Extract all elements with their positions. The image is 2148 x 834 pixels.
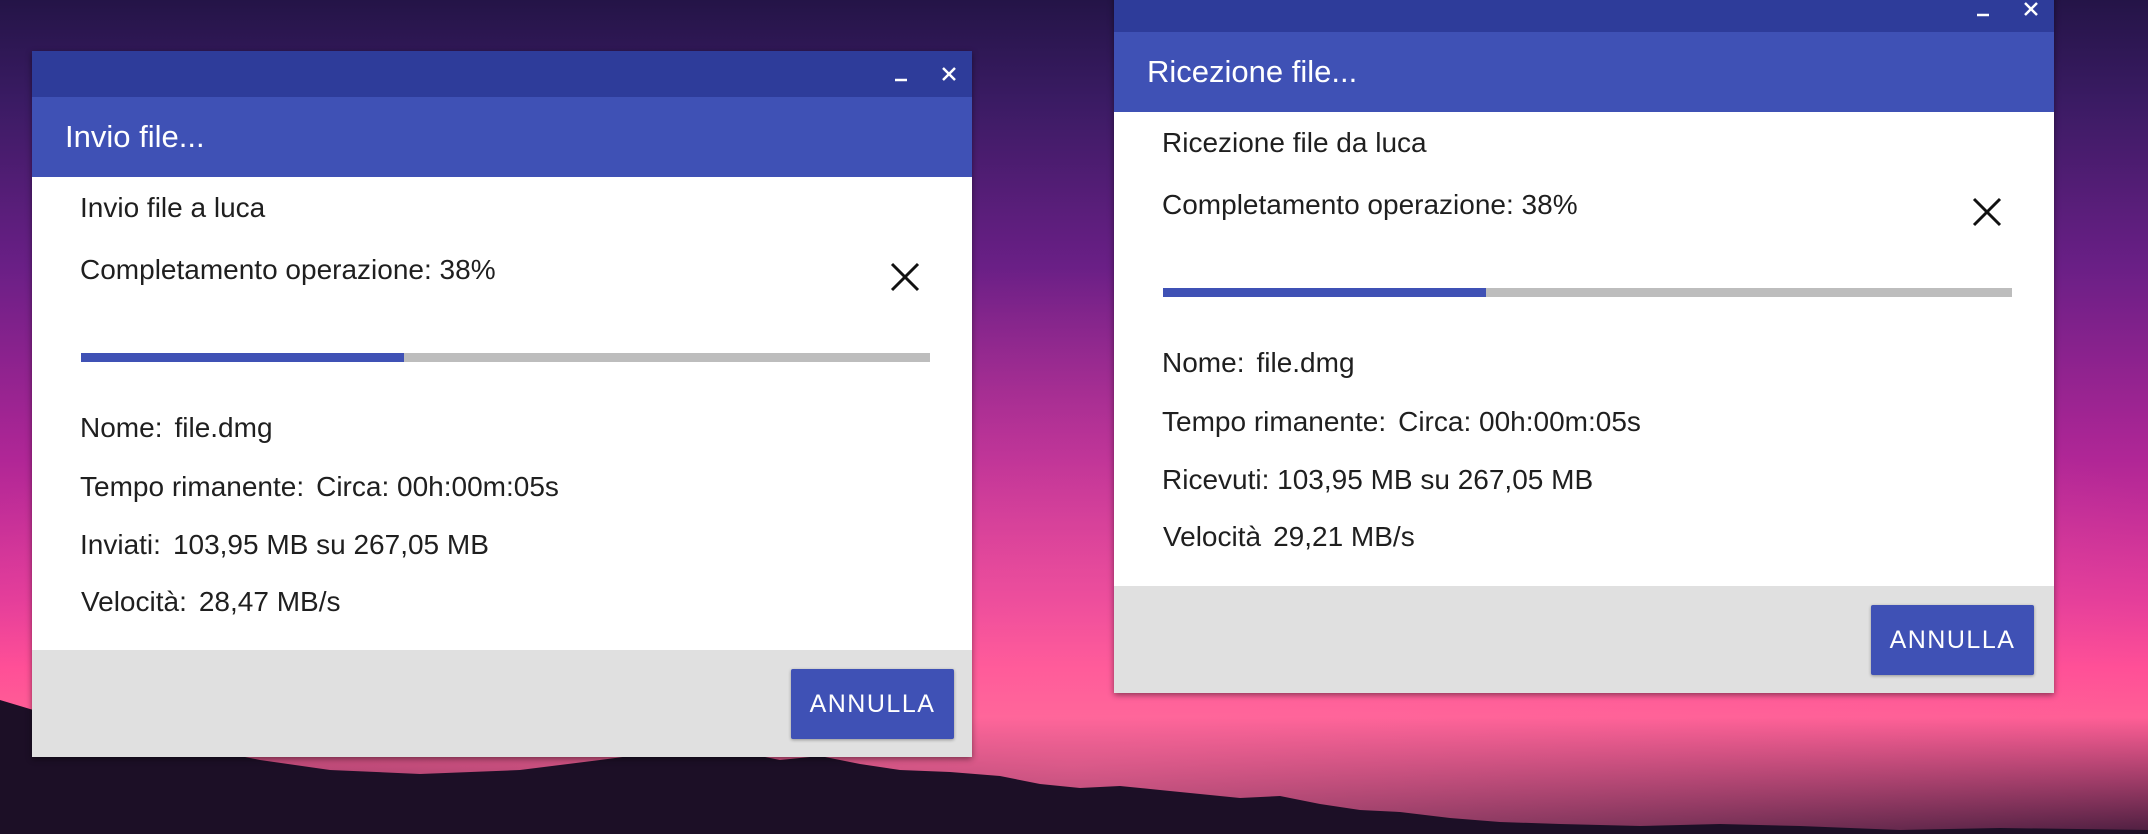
transfer-progress-bar xyxy=(1163,288,2012,297)
cancel-button[interactable]: ANNULLA xyxy=(1871,605,2034,675)
receive-file-dialog: Ricezione file... Ricezione file da luca… xyxy=(1114,0,2054,693)
dialog-footer: ANNULLA xyxy=(1114,586,2054,693)
window-close-button[interactable] xyxy=(933,58,965,90)
cancel-button[interactable]: ANNULLA xyxy=(791,669,954,739)
received-row: Ricevuti: 103,95 MB su 267,05 MB xyxy=(1162,464,1594,495)
close-icon xyxy=(942,67,956,81)
file-name-value: file.dmg xyxy=(174,412,273,443)
file-name-label: Nome: xyxy=(1162,347,1245,378)
minimize-button[interactable] xyxy=(885,58,917,90)
sent-value: 103,95 MB su 267,05 MB xyxy=(172,529,489,560)
time-remaining-row: Tempo rimanente: Circa: 00h:00m:05s xyxy=(80,471,559,503)
window-close-button[interactable] xyxy=(2015,0,2047,25)
close-icon xyxy=(2024,2,2038,16)
time-remaining-value: Circa: 00h:00m:05s xyxy=(1398,406,1641,437)
dialog-header: Invio file... xyxy=(32,97,972,177)
file-name-value: file.dmg xyxy=(1256,347,1355,378)
cancel-transfer-button[interactable] xyxy=(1965,190,2009,234)
time-remaining-row: Tempo rimanente: Circa: 00h:00m:05s xyxy=(1162,406,1641,438)
speed-value: 29,21 MB/s xyxy=(1273,521,1415,552)
window-titlebar[interactable] xyxy=(32,51,972,97)
close-icon xyxy=(890,262,920,292)
file-name-row: Nome: file.dmg xyxy=(1162,347,1355,379)
cancel-button-label: ANNULLA xyxy=(1889,625,2016,654)
cancel-transfer-button[interactable] xyxy=(883,255,927,299)
progress-fill xyxy=(81,353,404,362)
send-file-dialog: Invio file... Invio file a luca Completa… xyxy=(32,51,972,757)
dialog-content: Ricezione file da luca Completamento ope… xyxy=(1114,112,2054,586)
speed-label: Velocità: xyxy=(81,586,187,617)
minimize-icon xyxy=(1977,13,1989,17)
sent-row: Inviati: 103,95 MB su 267,05 MB xyxy=(80,529,489,561)
file-name-row: Nome: file.dmg xyxy=(80,412,273,444)
dialog-header: Ricezione file... xyxy=(1114,32,2054,112)
speed-row: Velocità: 28,47 MB/s xyxy=(81,586,341,618)
time-remaining-label: Tempo rimanente: xyxy=(1162,406,1387,437)
dialog-title: Invio file... xyxy=(65,119,205,154)
speed-label: Velocità xyxy=(1163,521,1262,552)
close-icon xyxy=(1972,197,2002,227)
time-remaining-label: Tempo rimanente: xyxy=(80,471,305,502)
completion-status: Completamento operazione: 38% xyxy=(1162,189,1578,220)
speed-row: Velocità 29,21 MB/s xyxy=(1163,521,1415,553)
cancel-button-label: ANNULLA xyxy=(809,689,936,718)
transfer-progress-bar xyxy=(81,353,930,362)
sent-label: Inviati: xyxy=(80,529,161,560)
dialog-title: Ricezione file... xyxy=(1147,54,1358,89)
time-remaining-value: Circa: 00h:00m:05s xyxy=(316,471,559,502)
dialog-footer: ANNULLA xyxy=(32,650,972,757)
window-titlebar[interactable] xyxy=(1114,0,2054,32)
completion-status: Completamento operazione: 38% xyxy=(80,254,496,285)
progress-fill xyxy=(1163,288,1486,297)
transfer-message: Invio file a luca xyxy=(80,192,266,223)
minimize-button[interactable] xyxy=(1967,0,1999,25)
minimize-icon xyxy=(895,78,907,82)
speed-value: 28,47 MB/s xyxy=(198,586,341,617)
transfer-message: Ricezione file da luca xyxy=(1162,127,1427,158)
file-name-label: Nome: xyxy=(80,412,163,443)
